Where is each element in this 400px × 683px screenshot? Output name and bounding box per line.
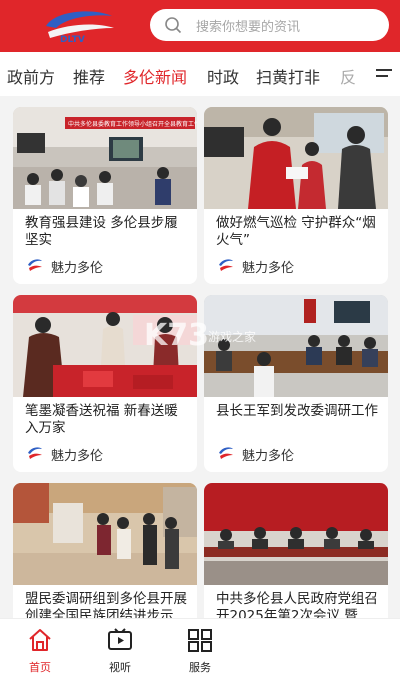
news-image-classroom: 中共多伦县委教育工作领导小组召开全县教育工作会议 (13, 107, 197, 209)
menu-icon[interactable] (368, 52, 400, 96)
news-card[interactable]: 县长王军到发改委调研工作 魅力多伦 (204, 295, 388, 472)
watermark-logo: K73 (144, 318, 209, 353)
search-bar[interactable]: 搜索你想要的资讯 (150, 9, 389, 41)
banner-text: 中共多伦县委教育工作领导小组召开全县教育工作会议 (68, 120, 197, 128)
news-image-party-meeting (204, 483, 388, 585)
news-image-exhibition (13, 483, 197, 585)
service-icon (188, 629, 212, 652)
news-card[interactable]: 中共多伦县人民政府党组召开2025年第2次会议 暨 (204, 483, 388, 618)
duolun-logo-icon: DLTV (46, 11, 114, 44)
nav-label: 视听 (109, 661, 131, 674)
watermark-text: 游戏之家 (208, 330, 257, 344)
nav-service[interactable]: 服务 (160, 619, 240, 683)
tab-tuijian[interactable]: 推荐 (73, 64, 105, 88)
tab-duolun-news[interactable]: 多伦新闻 (123, 64, 187, 88)
news-card[interactable]: 盟民委调研组到多伦县开展创建全国民族团结进步示 (13, 483, 197, 618)
news-title: 教育强县建设 多伦县步履坚实 (25, 215, 178, 248)
category-tabs: 政前方 推荐 多伦新闻 时政 扫黄打非 反 (0, 52, 400, 96)
news-card[interactable]: 做好燃气巡检 守护群众“烟火气” 魅力多伦 (204, 107, 388, 284)
news-source: 魅力多伦 (242, 449, 295, 464)
nav-label: 首页 (29, 661, 51, 674)
app-header: DLTV 搜索你想要的资讯 (0, 0, 400, 52)
news-title: 盟民委调研组到多伦县开展创建全国民族团结进步示 (25, 591, 187, 618)
tab-zhengqianfang[interactable]: 政前方 (7, 64, 55, 88)
news-source: 魅力多伦 (242, 261, 295, 276)
news-source: 魅力多伦 (51, 449, 104, 464)
tab-fan[interactable]: 反 (340, 64, 356, 88)
nav-item-4[interactable] (240, 619, 320, 683)
news-title: 做好燃气巡检 守护群众“烟火气” (216, 215, 376, 248)
news-source: 魅力多伦 (51, 261, 104, 276)
source-logo-icon (219, 259, 233, 271)
video-icon (108, 628, 132, 650)
nav-video[interactable]: 视听 (80, 619, 160, 683)
nav-item-5[interactable] (320, 619, 400, 683)
search-placeholder: 搜索你想要的资讯 (196, 20, 301, 35)
news-title: 县长王军到发改委调研工作 (216, 403, 378, 419)
home-icon (29, 629, 51, 651)
source-logo-icon (28, 447, 42, 459)
tab-saohuang-dafei[interactable]: 扫黄打非 (256, 64, 320, 88)
news-card[interactable]: 中共多伦县委教育工作领导小组召开全县教育工作会议 教育强县建设 多伦县步履坚实 … (13, 107, 197, 284)
source-logo-icon (28, 259, 42, 271)
news-image-meeting (204, 295, 388, 397)
nav-home[interactable]: 首页 (0, 619, 80, 683)
tab-shizheng[interactable]: 时政 (207, 64, 239, 88)
bottom-nav: 首页 视听 服务 (0, 618, 400, 683)
search-icon (165, 17, 182, 34)
source-logo-icon (219, 447, 233, 459)
svg-text:DLTV: DLTV (60, 35, 85, 44)
news-title: 笔墨凝香送祝福 新春送暖入万家 (25, 403, 178, 436)
news-image-gas-inspection (204, 107, 388, 209)
news-title: 中共多伦县人民政府党组召开2025年第2次会议 暨 (216, 591, 378, 618)
nav-label: 服务 (189, 661, 211, 674)
